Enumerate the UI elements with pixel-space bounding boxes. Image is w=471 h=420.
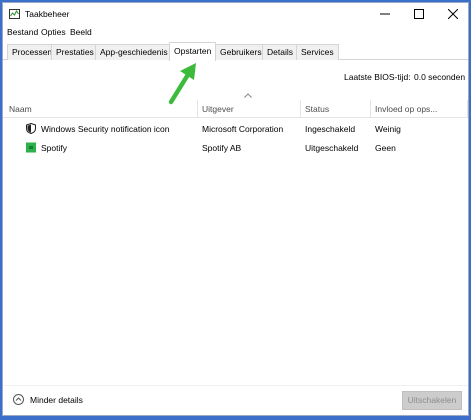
menu-options[interactable]: Opties — [41, 27, 66, 37]
shield-icon — [26, 123, 36, 134]
column-divider[interactable] — [370, 100, 371, 118]
maximize-icon — [414, 9, 424, 19]
column-header-publisher[interactable]: Uitgever — [202, 104, 234, 114]
tab-app-history[interactable]: App-geschiedenis — [95, 44, 173, 60]
sort-ascending-icon — [244, 93, 252, 98]
row-impact: Geen — [375, 143, 396, 153]
column-header-startup-impact[interactable]: Invloed op ops... — [375, 104, 437, 114]
tab-users[interactable]: Gebruikers — [215, 44, 267, 60]
tab-processes[interactable]: Processen — [7, 44, 58, 60]
task-manager-icon — [9, 9, 20, 19]
chevron-up-circle-icon — [13, 394, 24, 405]
close-button[interactable] — [436, 3, 470, 25]
close-icon — [448, 9, 458, 19]
spotify-icon — [26, 142, 36, 153]
table-row[interactable]: Windows Security notification icon Micro… — [3, 119, 468, 138]
row-impact: Weinig — [375, 124, 401, 134]
minimize-button[interactable] — [368, 3, 402, 25]
maximize-button[interactable] — [402, 3, 436, 25]
tab-bar: Processen Prestaties App-geschiedenis Op… — [3, 42, 468, 61]
table-header: Naam Uitgever Status Invloed op ops... — [3, 100, 468, 118]
row-publisher: Spotify AB — [202, 143, 242, 153]
tab-services[interactable]: Services — [296, 44, 339, 60]
window-title: Taakbeheer — [25, 9, 70, 19]
column-divider[interactable] — [300, 100, 301, 118]
table-row[interactable]: Spotify Spotify AB Uitgeschakeld Geen — [3, 138, 468, 157]
tab-details[interactable]: Details — [262, 44, 298, 60]
row-name: Spotify — [41, 143, 67, 153]
column-header-name[interactable]: Naam — [9, 104, 32, 114]
menu-file[interactable]: Bestand — [7, 27, 38, 37]
row-status: Uitgeschakeld — [305, 143, 359, 153]
menu-view[interactable]: Beeld — [70, 27, 92, 37]
tab-startup[interactable]: Opstarten — [169, 42, 217, 61]
menu-bar: Bestand Opties Beeld — [3, 26, 468, 40]
tab-performance[interactable]: Prestaties — [51, 44, 99, 60]
disable-button[interactable]: Uitschakelen — [402, 391, 462, 410]
row-publisher: Microsoft Corporation — [202, 124, 284, 134]
task-manager-window: Taakbeheer Bestand Opties Beeld Processe… — [2, 2, 469, 416]
row-name: Windows Security notification icon — [41, 124, 170, 134]
column-header-status[interactable]: Status — [305, 104, 329, 114]
fewer-details-button[interactable]: Minder details — [13, 394, 83, 405]
row-status: Ingeschakeld — [305, 124, 356, 134]
title-bar[interactable]: Taakbeheer — [3, 3, 468, 25]
fewer-details-label: Minder details — [30, 394, 83, 405]
minimize-icon — [380, 13, 390, 15]
bios-time-value: 0.0 seconden — [414, 72, 466, 82]
footer-bar: Minder details Uitschakelen — [3, 385, 468, 415]
bios-time-label: Laatste BIOS-tijd: — [344, 72, 411, 82]
column-divider[interactable] — [197, 100, 198, 118]
column-divider[interactable] — [467, 100, 468, 118]
